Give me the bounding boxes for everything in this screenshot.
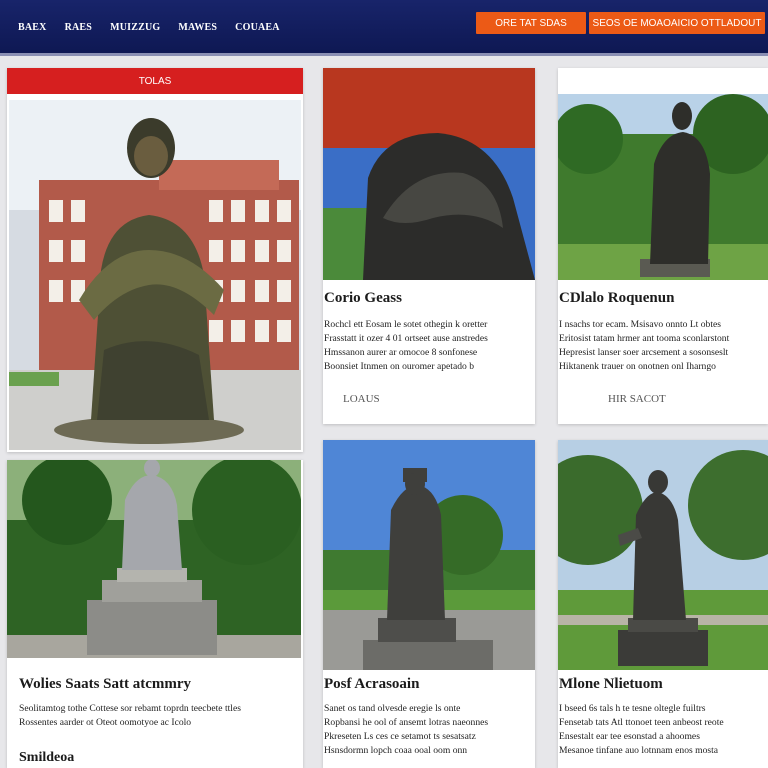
card-5-line-1: I bseed 6s tals h te tesne oltegle fuilt… <box>559 703 706 714</box>
card-4-title[interactable]: Posf Acrasoain <box>324 676 419 693</box>
card-5-image[interactable] <box>558 440 768 670</box>
card-5-line-4: Mesanoe tinfane auo lotnnam enos mosta <box>559 745 719 756</box>
card-3-title[interactable]: Wolies Saats Satt atcmmry <box>19 676 191 693</box>
primary-action-button[interactable]: ORE TAT SDAS <box>476 12 586 34</box>
card-1-description: Rochcl ett Eosam le sotet othegin k oret… <box>324 318 534 374</box>
card-2-line-1: I nsachs tor ecam. Msisavo onnto Lt obte… <box>559 319 721 330</box>
card-2-image[interactable] <box>558 94 768 280</box>
feature-banner: TOLAS <box>7 68 303 94</box>
card-3-description: Seolitamtog tothe Cottese sor rebamt top… <box>19 702 301 730</box>
feature-statue-image[interactable] <box>9 100 301 450</box>
nav-item-5[interactable]: COUAEA <box>235 22 280 33</box>
statue-card-1[interactable]: Corio Geass Rochcl ett Eosam le sotet ot… <box>323 68 535 424</box>
card-1-title[interactable]: Corio Geass <box>324 290 402 307</box>
card-5-line-3: Ensestalt ear tee esonstad a ahoomes <box>559 731 700 742</box>
card-2-line-3: Hepresist lanser soer arcsement a sosons… <box>559 347 729 358</box>
card-1-line-3: Hmssanon aurer ar omocoe 8 sonfonese <box>324 347 478 358</box>
nav-item-1[interactable]: BAEX <box>18 22 47 33</box>
main-nav: BAEX RAES MUIZZUG MAWES COUAEA <box>18 22 298 33</box>
card-4-line-4: Hsnsdormn lopch coaa ooal oom onn <box>324 745 468 756</box>
card-4-image[interactable] <box>323 440 535 670</box>
feature-card[interactable]: TOLAS <box>7 68 303 452</box>
card-3-line-1: Seolitamtog tothe Cottese sor rebamt top… <box>19 703 241 714</box>
card-2-line-4: Hiktanenk trauer on onotnen onl Iharngo <box>559 361 716 372</box>
card-1-line-2: Frasstatt it ozer 4 01 ortseet ause anst… <box>324 333 488 344</box>
card-1-line-4: Boonsiet Itnmen on ouromer apetado b <box>324 361 475 372</box>
card-5-line-2: Fensetab tats Atl ttonoet teen anbeost r… <box>559 717 724 728</box>
statue-card-4[interactable]: Posf Acrasoain Sanet os tand olvesde ere… <box>323 440 535 768</box>
secondary-action-button[interactable]: SEOS OE MOAOAICIO OTTLADOUT <box>589 12 765 34</box>
statue-card-5[interactable]: Mlone Nlietuom I bseed 6s tals h te tesn… <box>558 440 768 768</box>
card-2-description: I nsachs tor ecam. Msisavo onnto Lt obte… <box>559 318 767 374</box>
card-4-description: Sanet os tand olvesde eregie ls onte Rop… <box>324 702 534 758</box>
nav-item-3[interactable]: MUIZZUG <box>110 22 160 33</box>
card-1-image[interactable] <box>323 68 535 280</box>
statue-card-2[interactable]: CDlalo Roquenun I nsachs tor ecam. Msisa… <box>558 68 768 424</box>
top-navigation-bar: BAEX RAES MUIZZUG MAWES COUAEA ORE TAT S… <box>0 0 768 56</box>
nav-item-4[interactable]: MAWES <box>178 22 217 33</box>
card-4-line-1: Sanet os tand olvesde eregie ls onte <box>324 703 461 714</box>
card-1-line-1: Rochcl ett Eosam le sotet othegin k oret… <box>324 319 488 330</box>
card-3-image[interactable] <box>7 460 301 658</box>
card-4-line-3: Pkreseten Ls ces ce setamot ts sesatsatz <box>324 731 476 742</box>
statue-card-3[interactable]: Wolies Saats Satt atcmmry Seolitamtog to… <box>7 460 303 768</box>
card-2-more-link[interactable]: HIR SACOT <box>608 393 666 405</box>
card-1-more-link[interactable]: LOAUS <box>343 393 380 405</box>
card-5-title[interactable]: Mlone Nlietuom <box>559 676 663 693</box>
card-2-line-2: Eritosist tatam hrmer ant tooma sconlars… <box>559 333 730 344</box>
card-2-title[interactable]: CDlalo Roquenun <box>559 290 674 307</box>
card-3-line-2: Rossentes aarder ot Oteot oomotyoe ac Ic… <box>19 717 192 728</box>
card-4-line-2: Ropbansi he ool of ansemt lotras naeonne… <box>324 717 489 728</box>
card-3-more-link[interactable]: Smildeoa <box>19 750 74 766</box>
card-5-description: I bseed 6s tals h te tesne oltegle fuilt… <box>559 702 767 758</box>
nav-item-2[interactable]: RAES <box>65 22 92 33</box>
